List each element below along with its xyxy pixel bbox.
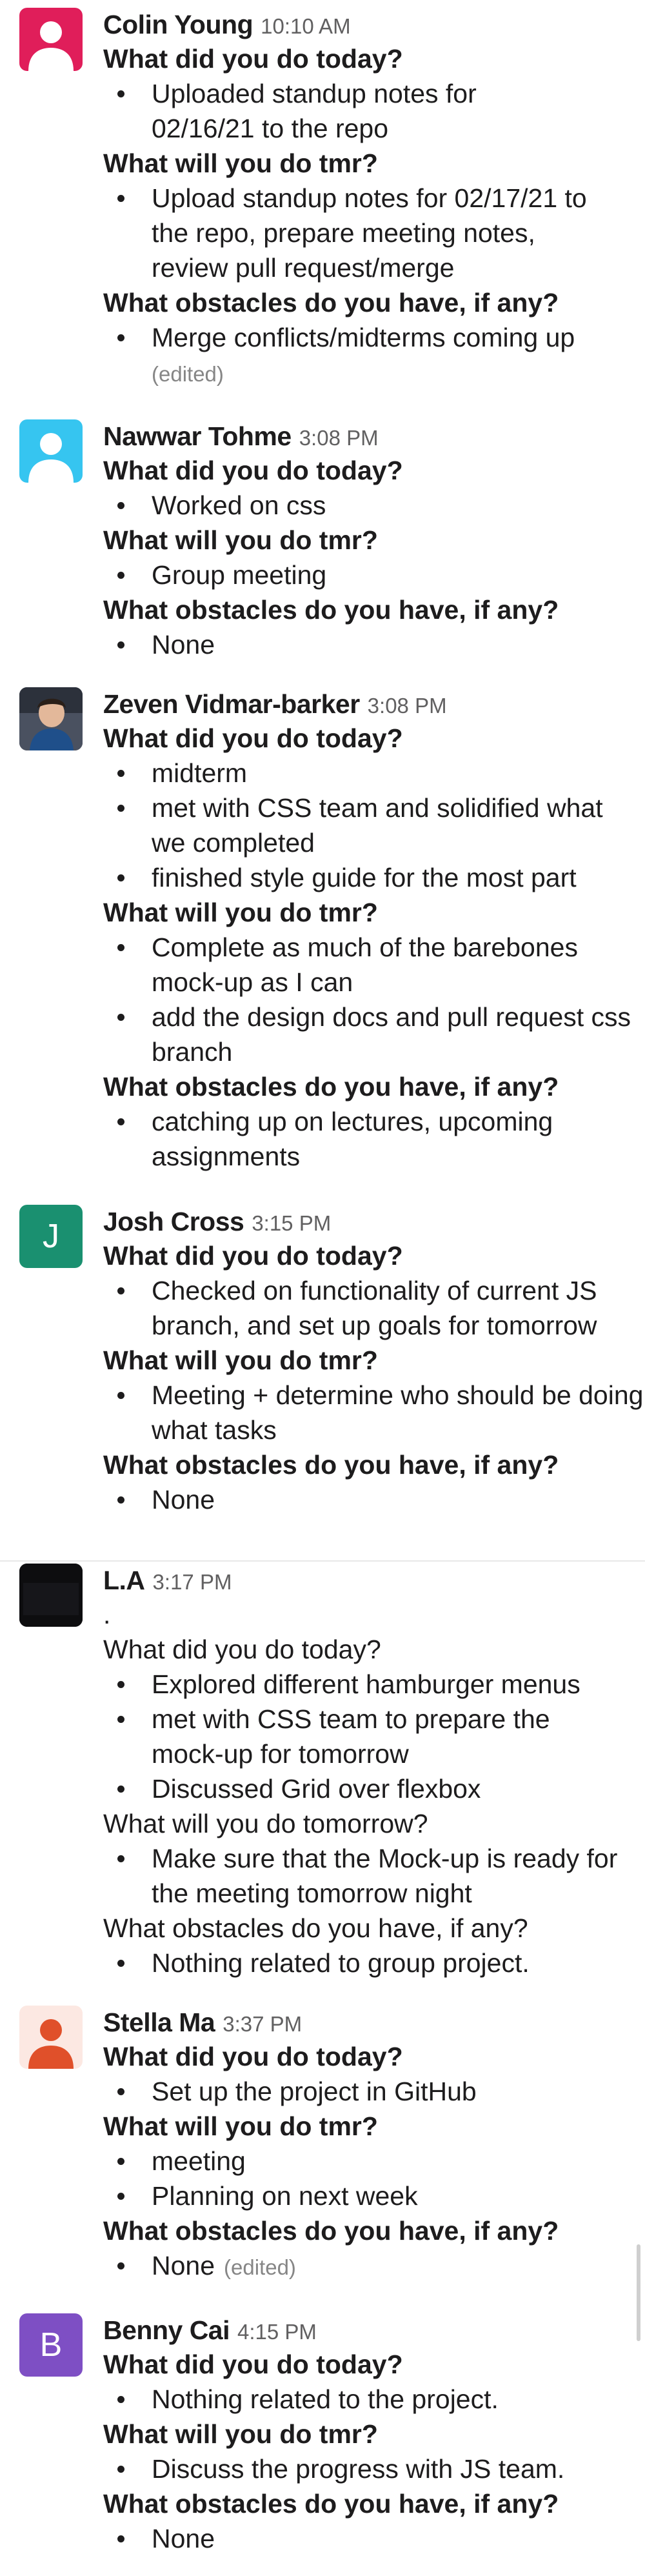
list-item: met with CSS team and solidified what we…	[103, 790, 610, 860]
author-name[interactable]: Josh Cross	[103, 1207, 244, 1236]
avatar[interactable]	[19, 2006, 83, 2069]
list-item: catching up on lectures, upcoming assign…	[103, 1104, 603, 1174]
person-icon	[28, 433, 74, 483]
avatar[interactable]	[19, 419, 83, 483]
list-item: Set up the project in GitHub	[103, 2074, 632, 2109]
list-item: finished style guide for the most part	[103, 860, 632, 895]
list-item: Uploaded standup notes for 02/16/21 to t…	[103, 76, 487, 146]
section-question: What will you do tmr?	[103, 1345, 378, 1375]
section-question: What will you do tomorrow?	[103, 1809, 428, 1838]
timestamp[interactable]: 3:15 PM	[252, 1211, 331, 1235]
author-name[interactable]: Benny Cai	[103, 2315, 230, 2345]
avatar-initial: J	[43, 1218, 59, 1255]
list-item: Checked on functionality of current JS b…	[103, 1273, 616, 1343]
author-name[interactable]: Nawwar Tohme	[103, 421, 292, 451]
author-name[interactable]: Zeven Vidmar-barker	[103, 689, 360, 719]
list-item: None (edited)	[103, 2248, 632, 2285]
section-question: What will you do tmr?	[103, 2419, 378, 2449]
section-question: What obstacles do you have, if any?	[103, 1913, 528, 1943]
avatar[interactable]: B	[19, 2313, 83, 2377]
section-question: What obstacles do you have, if any?	[103, 2216, 559, 2246]
timestamp[interactable]: 3:08 PM	[368, 694, 447, 718]
edited-label: (edited)	[152, 362, 224, 386]
section-question: What did you do today?	[103, 44, 403, 74]
section-question: What obstacles do you have, if any?	[103, 1450, 559, 1480]
author-name[interactable]: Stella Ma	[103, 2007, 215, 2037]
list-item: Nothing related to group project.	[103, 1946, 632, 1980]
author-name[interactable]: Colin Young	[103, 10, 253, 39]
section-question: What will you do tmr?	[103, 898, 378, 927]
section-question: What obstacles do you have, if any?	[103, 2489, 559, 2519]
timestamp[interactable]: 3:08 PM	[299, 426, 379, 450]
list-item: None	[103, 2521, 632, 2556]
author-name[interactable]: L.A	[103, 1565, 145, 1595]
list-item: None	[103, 1482, 632, 1517]
avatar[interactable]	[19, 687, 83, 750]
avatar[interactable]: J	[19, 1205, 83, 1268]
person-icon	[28, 21, 74, 71]
timestamp[interactable]: 4:15 PM	[237, 2320, 317, 2344]
section-question: What did you do today?	[103, 723, 403, 753]
message-prefix: .	[103, 1600, 111, 1629]
avatar[interactable]	[19, 8, 83, 71]
section-question: What obstacles do you have, if any?	[103, 1072, 559, 1102]
section-question: What did you do today?	[103, 1635, 381, 1664]
list-item: add the design docs and pull request css…	[103, 1000, 642, 1069]
section-question: What will you do tmr?	[103, 525, 378, 555]
list-item: Discussed Grid over flexbox	[103, 1771, 632, 1806]
list-item: None	[103, 627, 632, 662]
section-question: What obstacles do you have, if any?	[103, 288, 559, 317]
section-question: What will you do tmr?	[103, 2111, 378, 2141]
avatar-initial: B	[39, 2326, 63, 2364]
list-item: Meeting + determine who should be doing …	[103, 1378, 645, 1447]
section-question: What did you do today?	[103, 1241, 403, 1271]
list-item: Complete as much of the barebones mock-u…	[103, 930, 642, 1000]
list-item: midterm	[103, 756, 632, 790]
timestamp[interactable]: 3:17 PM	[153, 1570, 232, 1594]
section-question: What did you do today?	[103, 2350, 403, 2379]
list-item: Nothing related to the project.	[103, 2382, 632, 2417]
scrollbar[interactable]	[637, 2244, 640, 2341]
timestamp[interactable]: 10:10 AM	[261, 14, 350, 38]
list-item: Planning on next week	[103, 2179, 632, 2213]
list-item: Make sure that the Mock-up is ready for …	[103, 1841, 642, 1911]
list-item-text: None	[152, 2251, 215, 2280]
list-item: Discuss the progress with JS team.	[103, 2451, 632, 2486]
divider	[0, 1560, 645, 1562]
list-item: met with CSS team to prepare the mock-up…	[103, 1702, 610, 1771]
list-item: meeting	[103, 2144, 632, 2179]
section-question: What will you do tmr?	[103, 148, 378, 178]
edited-label: (edited)	[224, 2255, 296, 2279]
person-icon	[28, 2019, 74, 2069]
section-question: What did you do today?	[103, 456, 403, 485]
section-question: What did you do today?	[103, 2042, 403, 2071]
timestamp[interactable]: 3:37 PM	[223, 2012, 302, 2036]
list-item: Merge conflicts/midterms coming up	[103, 320, 632, 355]
list-item: Worked on css	[103, 488, 632, 523]
list-item: Upload standup notes for 02/17/21 to the…	[103, 181, 610, 285]
section-question: What obstacles do you have, if any?	[103, 595, 559, 625]
avatar[interactable]	[19, 1564, 83, 1627]
list-item: Explored different hamburger menus	[103, 1667, 632, 1702]
profile-photo-icon	[19, 1564, 83, 1627]
list-item: Group meeting	[103, 558, 632, 592]
profile-photo-icon	[19, 687, 83, 750]
